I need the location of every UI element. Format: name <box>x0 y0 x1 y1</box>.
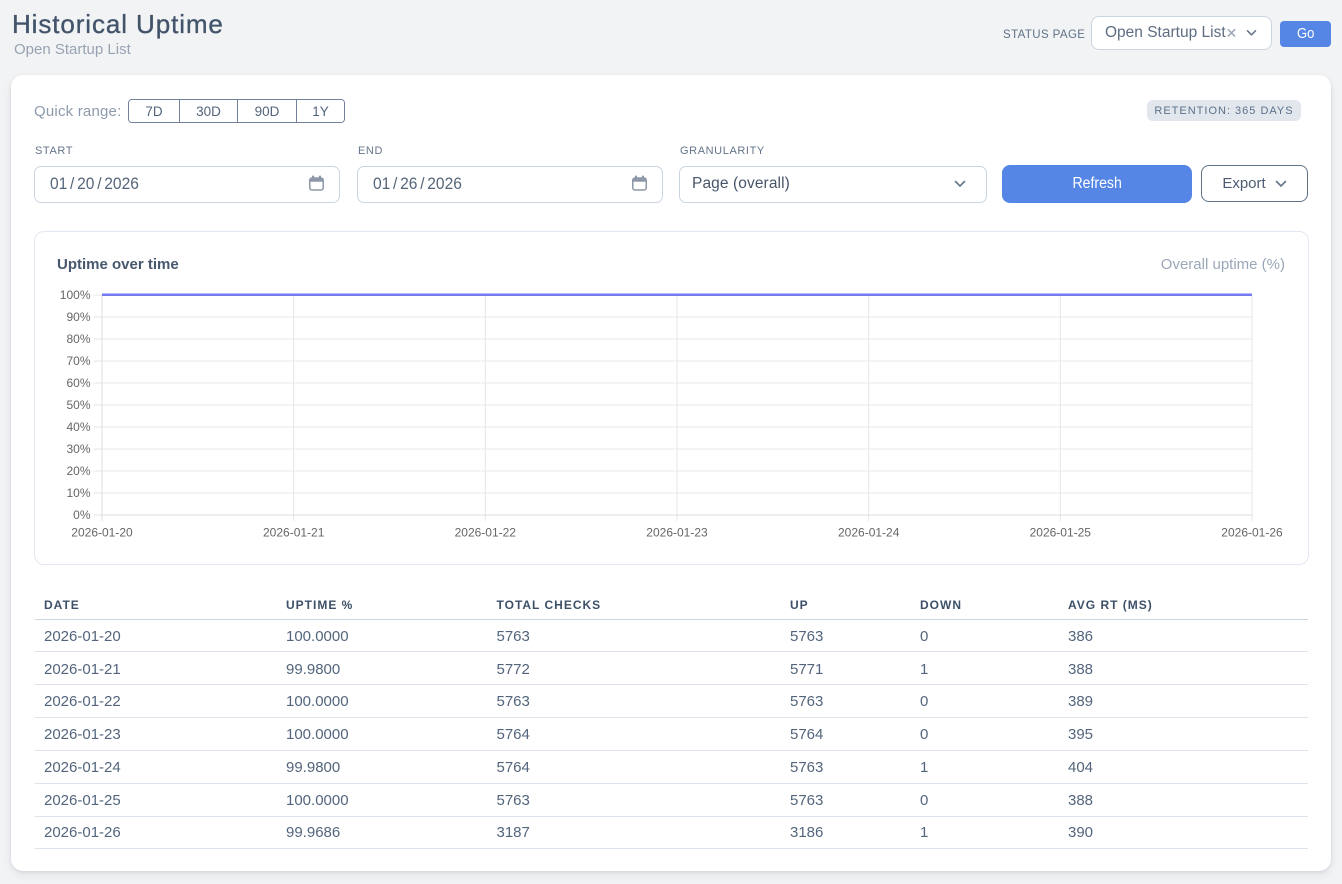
svg-text:100%: 100% <box>60 288 91 302</box>
svg-text:2026-01-20: 2026-01-20 <box>71 525 133 539</box>
svg-text:70%: 70% <box>66 354 90 368</box>
svg-text:30%: 30% <box>66 442 90 456</box>
svg-text:10%: 10% <box>66 486 90 500</box>
svg-text:2026-01-24: 2026-01-24 <box>838 525 900 539</box>
svg-text:2026-01-23: 2026-01-23 <box>646 525 708 539</box>
svg-text:80%: 80% <box>66 332 90 346</box>
svg-text:40%: 40% <box>66 420 90 434</box>
svg-text:2026-01-25: 2026-01-25 <box>1030 525 1092 539</box>
svg-text:90%: 90% <box>66 310 90 324</box>
svg-text:2026-01-21: 2026-01-21 <box>263 525 325 539</box>
svg-text:2026-01-22: 2026-01-22 <box>455 525 517 539</box>
svg-text:20%: 20% <box>66 464 90 478</box>
svg-text:50%: 50% <box>66 398 90 412</box>
svg-text:2026-01-26: 2026-01-26 <box>1221 525 1283 539</box>
svg-text:0%: 0% <box>73 508 91 522</box>
svg-text:60%: 60% <box>66 376 90 390</box>
